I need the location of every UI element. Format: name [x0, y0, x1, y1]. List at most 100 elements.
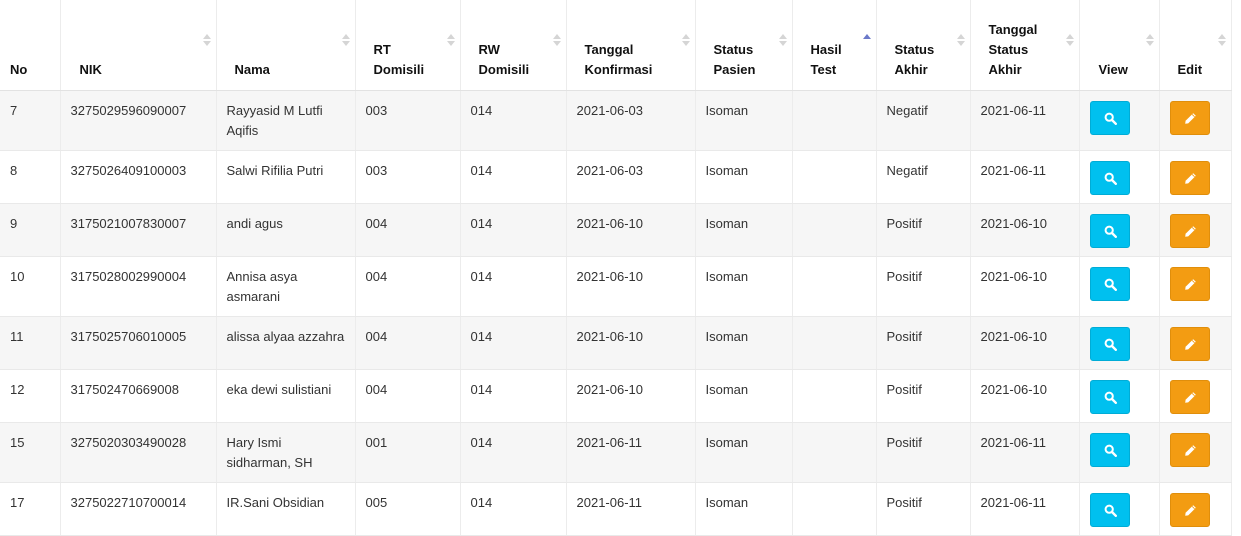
edit-button[interactable] [1169, 161, 1210, 195]
cell-status-pasien: Isoman [695, 203, 793, 257]
column-header-hasil-test[interactable]: Hasil Test [792, 0, 877, 91]
cell-nama: andi agus [216, 203, 356, 257]
cell-nama: Salwi Rifilia Putri [216, 150, 356, 204]
table-header: No NIK Nama RT Domisili RW Domisili Tang… [0, 0, 1232, 91]
view-button[interactable] [1089, 433, 1130, 467]
sort-icon [778, 32, 788, 48]
cell-tanggal-status-akhir: 2021-06-10 [970, 316, 1080, 370]
pencil-icon [1184, 392, 1196, 403]
patient-table: No NIK Nama RT Domisili RW Domisili Tang… [0, 0, 1232, 536]
cell-status-akhir: Positif [876, 482, 971, 536]
sort-ascending-icon [862, 32, 872, 48]
view-button[interactable] [1089, 380, 1130, 414]
cell-nama: alissa alyaa azzahra [216, 316, 356, 370]
cell-no: 11 [0, 316, 61, 370]
view-button[interactable] [1089, 101, 1130, 135]
cell-nik: 3275029596090007 [60, 90, 217, 151]
column-label: NIK [79, 62, 102, 77]
pencil-icon [1184, 279, 1196, 290]
cell-edit [1159, 150, 1232, 204]
cell-nama: IR.Sani Obsidian [216, 482, 356, 536]
cell-tanggal-konfirmasi: 2021-06-03 [566, 150, 696, 204]
column-header-no[interactable]: No [0, 0, 61, 91]
column-header-rw-domisili[interactable]: RW Domisili [460, 0, 567, 91]
cell-tanggal-status-akhir: 2021-06-10 [970, 369, 1080, 423]
cell-no: 7 [0, 90, 61, 151]
table-row: 12 317502470669008 eka dewi sulistiani 004 0… [0, 369, 1232, 423]
pencil-icon [1184, 339, 1196, 350]
view-button[interactable] [1089, 493, 1130, 527]
edit-button[interactable] [1169, 267, 1210, 301]
cell-hasil-test [792, 203, 877, 257]
view-button[interactable] [1089, 214, 1130, 248]
edit-button[interactable] [1169, 327, 1210, 361]
edit-button[interactable] [1169, 433, 1210, 467]
cell-edit [1159, 482, 1232, 536]
edit-button[interactable] [1169, 493, 1210, 527]
view-button[interactable] [1089, 327, 1130, 361]
cell-status-akhir: Positif [876, 203, 971, 257]
column-header-status-akhir[interactable]: Status Akhir [876, 0, 971, 91]
cell-view [1079, 150, 1160, 204]
edit-button[interactable] [1169, 101, 1210, 135]
column-header-view[interactable]: View [1079, 0, 1160, 91]
cell-rw-domisili: 014 [460, 90, 567, 151]
column-header-status-pasien[interactable]: Status Pasien [695, 0, 793, 91]
column-header-nama[interactable]: Nama [216, 0, 356, 91]
cell-no: 12 [0, 369, 61, 423]
cell-edit [1159, 256, 1232, 317]
table-row: 17 3275022710700014 IR.Sani Obsidian 005 014… [0, 482, 1232, 536]
cell-view [1079, 422, 1160, 483]
sort-icon [1065, 32, 1075, 48]
search-icon [1104, 504, 1117, 517]
search-icon [1104, 444, 1117, 457]
cell-edit [1159, 422, 1232, 483]
column-header-nik[interactable]: NIK [60, 0, 217, 91]
cell-hasil-test [792, 150, 877, 204]
table-row: 7 3275029596090007 Rayyasid M Lutfi Aqifis… [0, 90, 1232, 151]
cell-status-pasien: Isoman [695, 422, 793, 483]
column-header-tanggal-konfirmasi[interactable]: Tanggal Konfirmasi [566, 0, 696, 91]
cell-status-akhir: Negatif [876, 90, 971, 151]
cell-hasil-test [792, 256, 877, 317]
column-label: No [10, 62, 28, 77]
cell-edit [1159, 203, 1232, 257]
cell-hasil-test [792, 482, 877, 536]
cell-nik: 3275022710700014 [60, 482, 217, 536]
table-row: 9 3175021007830007 andi agus 004 014 2021-06-… [0, 203, 1232, 257]
cell-nik: 3275026409100003 [60, 150, 217, 204]
search-icon [1104, 225, 1117, 238]
view-button[interactable] [1089, 161, 1130, 195]
view-button[interactable] [1089, 267, 1130, 301]
cell-tanggal-status-akhir: 2021-06-11 [970, 90, 1080, 151]
sort-icon [341, 32, 351, 48]
cell-status-akhir: Negatif [876, 150, 971, 204]
cell-nama: Rayyasid M Lutfi Aqifis [216, 90, 356, 151]
cell-no: 8 [0, 150, 61, 204]
cell-edit [1159, 369, 1232, 423]
column-header-edit[interactable]: Edit [1159, 0, 1232, 91]
cell-tanggal-status-akhir: 2021-06-10 [970, 203, 1080, 257]
column-header-tanggal-status-akhir[interactable]: Tanggal Status Akhir [970, 0, 1080, 91]
cell-status-pasien: Isoman [695, 369, 793, 423]
column-label: Hasil Test [810, 42, 842, 77]
cell-edit [1159, 316, 1232, 370]
sort-icon [1217, 32, 1227, 48]
sort-icon [446, 32, 456, 48]
cell-rt-domisili: 003 [355, 150, 461, 204]
pencil-icon [1184, 226, 1196, 237]
cell-status-akhir: Positif [876, 316, 971, 370]
cell-tanggal-konfirmasi: 2021-06-11 [566, 422, 696, 483]
sort-icon [552, 32, 562, 48]
cell-nama: Annisa asya asmarani [216, 256, 356, 317]
column-header-rt-domisili[interactable]: RT Domisili [355, 0, 461, 91]
column-label: Tanggal Konfirmasi [584, 42, 653, 77]
edit-button[interactable] [1169, 214, 1210, 248]
cell-rw-domisili: 014 [460, 256, 567, 317]
cell-no: 17 [0, 482, 61, 536]
cell-rt-domisili: 001 [355, 422, 461, 483]
edit-button[interactable] [1169, 380, 1210, 414]
column-label: Edit [1177, 62, 1203, 77]
cell-hasil-test [792, 422, 877, 483]
search-icon [1104, 278, 1117, 291]
